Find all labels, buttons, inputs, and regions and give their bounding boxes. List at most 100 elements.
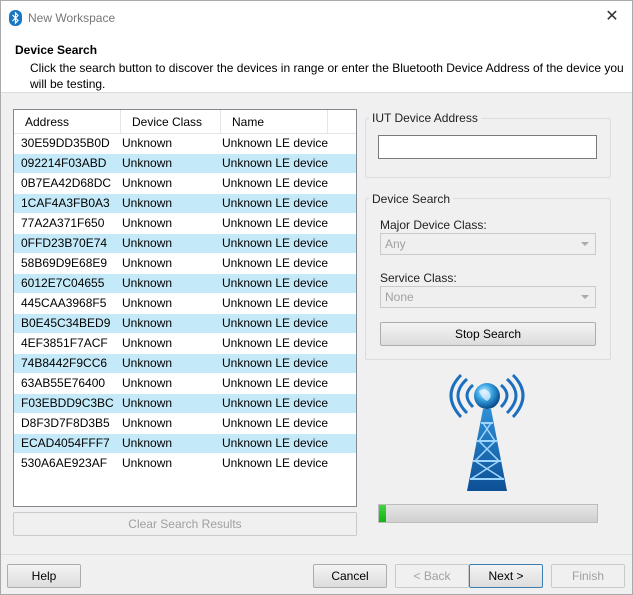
cell-device-class: Unknown — [122, 376, 173, 390]
iut-device-address-label: IUT Device Address — [369, 111, 481, 125]
cell-name: Unknown LE device — [222, 236, 329, 250]
page-description: Click the search button to discover the … — [30, 61, 624, 91]
cell-address: 77A2A371F650 — [21, 216, 105, 230]
cell-address: B0E45C34BED9 — [21, 316, 111, 330]
table-row[interactable]: 74B8442F9CC6 Unknown Unknown LE device — [14, 354, 356, 374]
table-row[interactable]: 0FFD23B70E74 Unknown Unknown LE device — [14, 234, 356, 254]
cell-name: Unknown LE device — [222, 276, 329, 290]
cell-name: Unknown LE device — [222, 196, 329, 210]
stop-search-button[interactable]: Stop Search — [380, 322, 596, 346]
cell-device-class: Unknown — [122, 196, 173, 210]
cell-address: 445CAA3968F5 — [21, 296, 107, 310]
cell-name: Unknown LE device — [222, 456, 329, 470]
table-row[interactable]: 58B69D9E68E9 Unknown Unknown LE device — [14, 254, 356, 274]
cell-address: 63AB55E76400 — [21, 376, 106, 390]
cell-device-class: Unknown — [122, 256, 173, 270]
cell-address: 58B69D9E68E9 — [21, 256, 108, 270]
cell-address: 092214F03ABD — [21, 156, 107, 170]
table-row[interactable]: 63AB55E76400 Unknown Unknown LE device — [14, 374, 356, 394]
cell-address: 1CAF4A3FB0A3 — [21, 196, 110, 210]
cell-device-class: Unknown — [122, 156, 173, 170]
chevron-down-icon — [581, 295, 589, 299]
table-row[interactable]: 30E59DD35B0D Unknown Unknown LE device — [14, 134, 356, 154]
cell-address: 0FFD23B70E74 — [21, 236, 108, 250]
table-row[interactable]: 1CAF4A3FB0A3 Unknown Unknown LE device — [14, 194, 356, 214]
cell-device-class: Unknown — [122, 296, 173, 310]
cell-name: Unknown LE device — [222, 256, 329, 270]
major-device-class-value: Any — [385, 237, 406, 251]
major-device-class-label: Major Device Class: — [380, 218, 487, 232]
table-row[interactable]: 530A6AE923AF Unknown Unknown LE device — [14, 454, 356, 474]
major-device-class-select[interactable]: Any — [380, 233, 596, 255]
table-row[interactable]: 77A2A371F650 Unknown Unknown LE device — [14, 214, 356, 234]
cell-address: 530A6AE923AF — [21, 456, 108, 470]
bluetooth-tower-logo-icon — [449, 373, 525, 491]
cell-device-class: Unknown — [122, 416, 173, 430]
cell-address: F03EBDD9C3BC — [21, 396, 114, 410]
cell-name: Unknown LE device — [222, 336, 329, 350]
cell-device-class: Unknown — [122, 456, 173, 470]
chevron-down-icon — [581, 242, 589, 246]
cancel-button[interactable]: Cancel — [313, 564, 387, 588]
close-icon[interactable]: ✕ — [602, 7, 622, 27]
cell-device-class: Unknown — [122, 236, 173, 250]
clear-search-results-button[interactable]: Clear Search Results — [13, 512, 357, 536]
cell-address: D8F3D7F8D3B5 — [21, 416, 110, 430]
cell-address: ECAD4054FFF7 — [21, 436, 110, 450]
cell-name: Unknown LE device — [222, 316, 329, 330]
cell-device-class: Unknown — [122, 316, 173, 330]
cell-device-class: Unknown — [122, 276, 173, 290]
cell-address: 30E59DD35B0D — [21, 136, 110, 150]
wizard-header: Device Search Click the search button to… — [1, 34, 632, 93]
table-row[interactable]: 6012E7C04655 Unknown Unknown LE device — [14, 274, 356, 294]
page-title: Device Search — [15, 43, 98, 57]
cell-name: Unknown LE device — [222, 156, 329, 170]
title-bar: New Workspace ✕ — [1, 1, 632, 34]
table-row[interactable]: B0E45C34BED9 Unknown Unknown LE device — [14, 314, 356, 334]
cell-name: Unknown LE device — [222, 136, 329, 150]
cell-device-class: Unknown — [122, 216, 173, 230]
service-class-value: None — [385, 290, 414, 304]
cell-device-class: Unknown — [122, 136, 173, 150]
next-button[interactable]: Next > — [469, 564, 543, 588]
cell-device-class: Unknown — [122, 356, 173, 370]
column-header-name[interactable]: Name — [221, 110, 328, 134]
bluetooth-icon — [9, 10, 22, 26]
cell-device-class: Unknown — [122, 336, 173, 350]
service-class-select[interactable]: None — [380, 286, 596, 308]
table-row[interactable]: F03EBDD9C3BC Unknown Unknown LE device — [14, 394, 356, 414]
help-button[interactable]: Help — [7, 564, 81, 588]
cell-address: 6012E7C04655 — [21, 276, 105, 290]
device-list-rows: 30E59DD35B0D Unknown Unknown LE device 0922… — [14, 134, 356, 474]
search-progress-fill — [379, 505, 386, 522]
window-title: New Workspace — [28, 11, 116, 25]
table-row[interactable]: ECAD4054FFF7 Unknown Unknown LE device — [14, 434, 356, 454]
cell-address: 4EF3851F7ACF — [21, 336, 108, 350]
back-button[interactable]: < Back — [395, 564, 469, 588]
cell-name: Unknown LE device — [222, 396, 329, 410]
table-row[interactable]: 4EF3851F7ACF Unknown Unknown LE device — [14, 334, 356, 354]
device-list[interactable]: Address Device Class Name 30E59DD35B0D Un… — [13, 109, 357, 507]
cell-name: Unknown LE device — [222, 176, 329, 190]
column-header-address[interactable]: Address — [14, 110, 121, 134]
cell-name: Unknown LE device — [222, 356, 329, 370]
cell-device-class: Unknown — [122, 436, 173, 450]
search-progress-bar — [378, 504, 598, 523]
column-header-device-class[interactable]: Device Class — [121, 110, 221, 134]
table-row[interactable]: D8F3D7F8D3B5 Unknown Unknown LE device — [14, 414, 356, 434]
device-search-group-label: Device Search — [369, 192, 454, 206]
device-list-header: Address Device Class Name — [14, 110, 356, 134]
cell-name: Unknown LE device — [222, 436, 329, 450]
iut-device-address-input[interactable] — [378, 135, 597, 159]
cell-device-class: Unknown — [122, 396, 173, 410]
cell-name: Unknown LE device — [222, 416, 329, 430]
new-workspace-window: New Workspace ✕ Device Search Click the … — [0, 0, 633, 595]
table-row[interactable]: 092214F03ABD Unknown Unknown LE device — [14, 154, 356, 174]
finish-button[interactable]: Finish — [551, 564, 625, 588]
table-row[interactable]: 0B7EA42D68DC Unknown Unknown LE device — [14, 174, 356, 194]
footer-divider — [1, 554, 632, 555]
cell-name: Unknown LE device — [222, 376, 329, 390]
table-row[interactable]: 445CAA3968F5 Unknown Unknown LE device — [14, 294, 356, 314]
cell-address: 0B7EA42D68DC — [21, 176, 112, 190]
service-class-label: Service Class: — [380, 271, 457, 285]
